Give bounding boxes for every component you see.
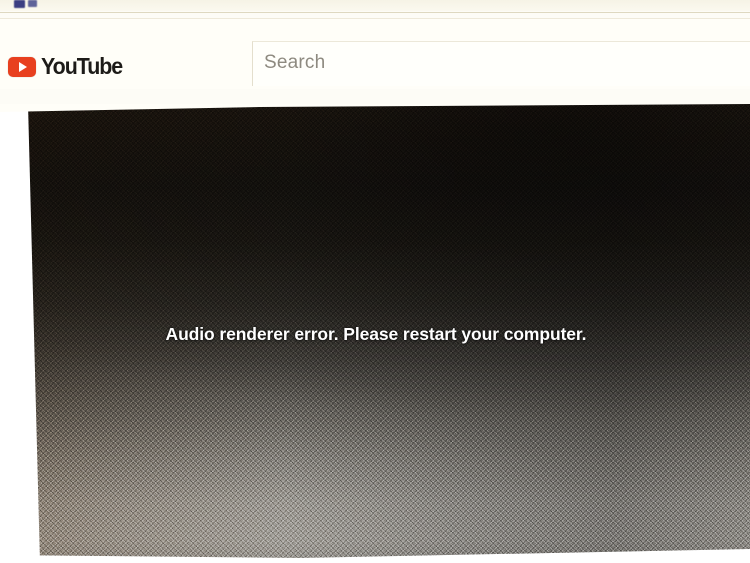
search-input[interactable]: Search (264, 52, 325, 74)
youtube-play-icon (8, 56, 36, 77)
browser-chrome-strip (0, 0, 750, 11)
youtube-masthead: YouTube Search (0, 19, 750, 89)
tab-favicon-icon-secondary[interactable] (28, 0, 37, 7)
video-player[interactable]: Audio renderer error. Please restart you… (0, 104, 750, 563)
youtube-wordmark: YouTube (41, 53, 123, 79)
youtube-logo[interactable]: YouTube (8, 55, 128, 78)
tab-favicon-icon[interactable] (14, 0, 25, 8)
chrome-divider (0, 12, 750, 13)
player-error-message: Audio renderer error. Please restart you… (165, 324, 587, 344)
search-box[interactable]: Search (252, 41, 750, 86)
player-error-overlay: Audio renderer error. Please restart you… (0, 324, 750, 345)
photographed-screen: YouTube Search Audio renderer error. Ple… (0, 0, 750, 563)
